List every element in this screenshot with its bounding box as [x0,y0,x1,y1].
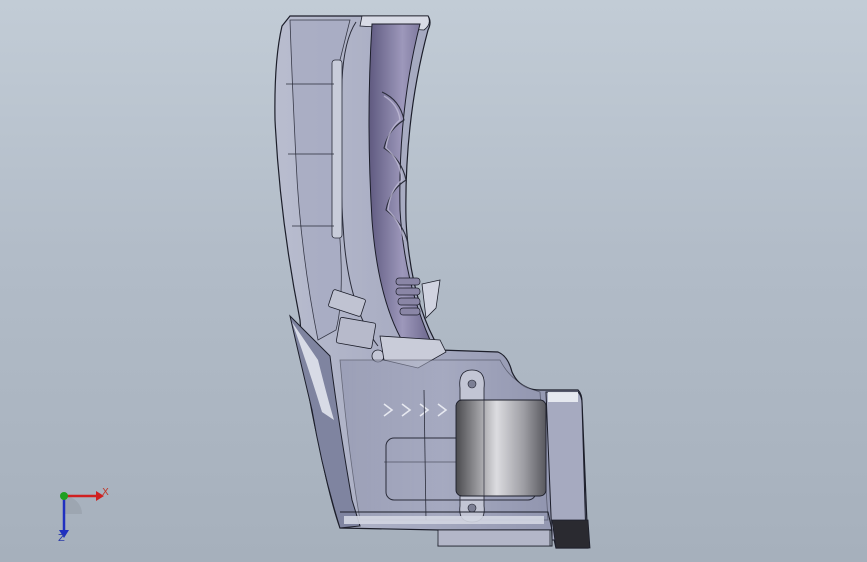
screw-hole-icon [467,379,477,389]
x-axis-label: X [102,487,109,498]
3d-model-view[interactable] [0,0,867,562]
end-cap-foot [551,519,591,549]
back-slot [331,59,343,239]
screw-hole-icon [467,503,477,513]
base-plate-fill [437,529,551,547]
end-cap-highlight [548,392,578,402]
trigger-tab[interactable] [421,279,441,319]
coordinate-triad[interactable]: X Z [40,478,120,548]
z-axis-label: Z [58,533,65,544]
end-cap [545,391,587,541]
bottom-edge-highlight [344,516,544,524]
metal-cylinder [455,399,547,497]
graphics-viewport[interactable]: X Z [0,0,867,562]
